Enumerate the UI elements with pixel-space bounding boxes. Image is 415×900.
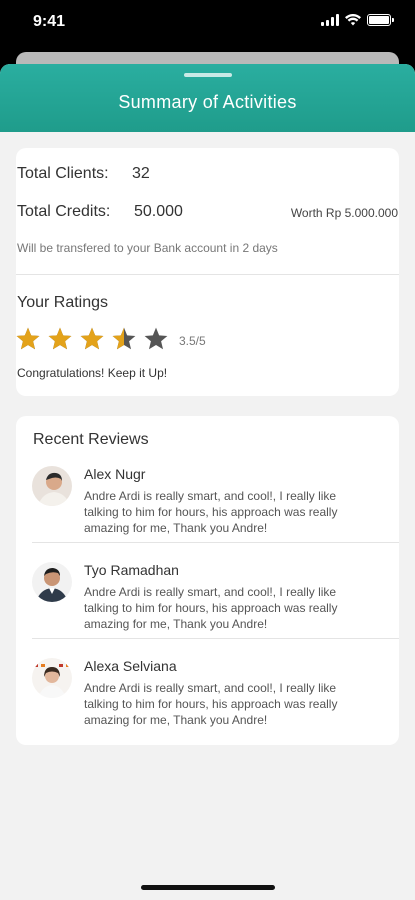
total-credits-label: Total Credits: [17,203,111,220]
status-time: 9:41 [33,13,66,30]
reviews-card: Recent Reviews Alex Nugr Andre Ardi is r… [16,416,399,745]
review-text: Andre Ardi is really smart, and cool!, I… [84,489,338,535]
total-credits-value: 50.000 [134,203,183,220]
total-clients-label: Total Clients: [17,165,109,182]
rating-message: Congratulations! Keep it Up! [17,366,168,380]
rating-value: 3.5/5 [179,334,206,348]
star-icon [144,327,168,350]
avatar [32,658,72,698]
review-divider [32,542,399,543]
status-bar: 9:41 [0,0,415,48]
transfer-note: Will be transfered to your Bank account … [17,241,278,255]
reviewer-name: Alexa Selviana [84,658,177,674]
summary-sheet: Summary of Activities Total Clients: 32 … [0,64,415,900]
review-text: Andre Ardi is really smart, and cool!, I… [84,585,338,631]
battery-icon [367,14,394,26]
ratings-title: Your Ratings [17,294,109,311]
summary-card [16,148,399,396]
credits-worth: Worth Rp 5.000.000 [290,206,398,220]
reviewer-name: Alex Nugr [84,466,146,482]
wifi-icon [345,14,361,26]
avatar [32,562,72,602]
star-icon [80,327,104,350]
home-indicator[interactable] [141,885,275,890]
reviews-title: Recent Reviews [33,431,149,448]
star-icon [48,327,72,350]
cellular-signal-icon [321,14,339,26]
page-title: Summary of Activities [118,92,297,112]
sheet-header: Summary of Activities [0,64,415,132]
rating-stars [15,326,169,352]
total-clients-value: 32 [132,165,150,182]
sheet-grabber-handle[interactable] [184,73,232,77]
status-icons [321,14,394,26]
summary-divider [16,274,399,275]
review-text: Andre Ardi is really smart, and cool!, I… [84,681,338,727]
reviewer-name: Tyo Ramadhan [84,562,179,578]
star-icon [16,327,40,350]
avatar [32,466,72,506]
star-icon [112,327,136,350]
review-divider [32,638,399,639]
